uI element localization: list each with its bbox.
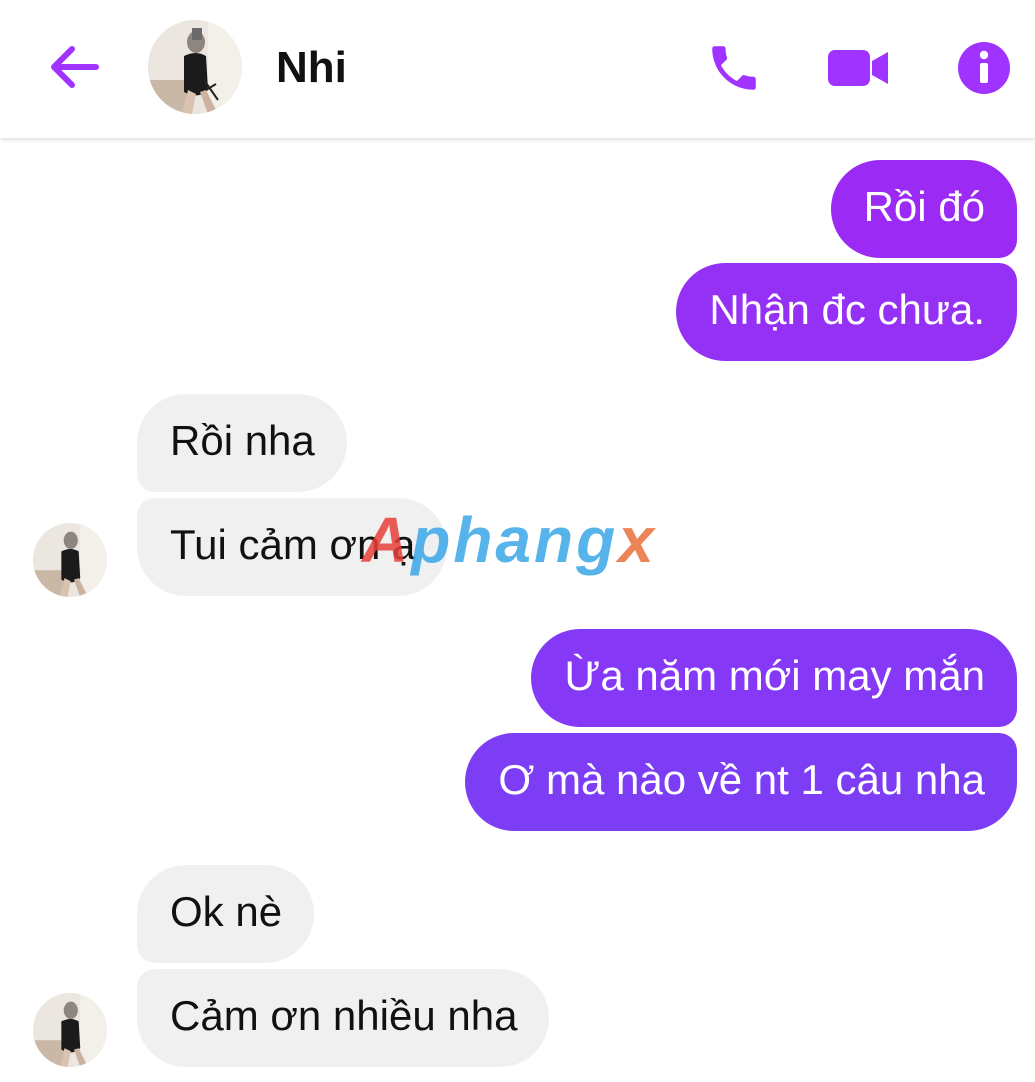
message-incoming[interactable]: Rồi nha — [137, 394, 347, 492]
chat-header: Nhi — [0, 0, 1035, 138]
message-outgoing[interactable]: Rồi đó — [830, 160, 1017, 258]
avatar-photo — [33, 523, 107, 597]
contact-name[interactable]: Nhi — [276, 40, 347, 96]
video-camera-icon — [828, 50, 888, 86]
message-incoming[interactable]: Cảm ơn nhiều nha — [137, 969, 550, 1067]
back-button[interactable] — [44, 40, 104, 94]
avatar-photo — [148, 20, 242, 114]
message-incoming[interactable]: Ok nè — [137, 865, 315, 963]
info-icon — [958, 42, 1010, 94]
video-call-button[interactable] — [826, 36, 890, 100]
message-outgoing[interactable]: Nhận đc chưa. — [676, 263, 1017, 361]
sender-avatar[interactable] — [33, 993, 107, 1067]
message-outgoing[interactable]: Ơ mà nào về nt 1 câu nha — [465, 733, 1017, 831]
message-outgoing[interactable]: Ừa năm mới may mắn — [531, 629, 1017, 727]
phone-icon — [712, 46, 756, 90]
call-button[interactable] — [702, 36, 766, 100]
info-button[interactable] — [952, 36, 1016, 100]
contact-avatar[interactable] — [148, 20, 242, 114]
avatar-photo — [33, 993, 107, 1067]
back-arrow-icon — [51, 46, 99, 88]
sender-avatar[interactable] — [33, 523, 107, 597]
message-incoming[interactable]: Tui cảm ơn ạ — [137, 498, 448, 596]
